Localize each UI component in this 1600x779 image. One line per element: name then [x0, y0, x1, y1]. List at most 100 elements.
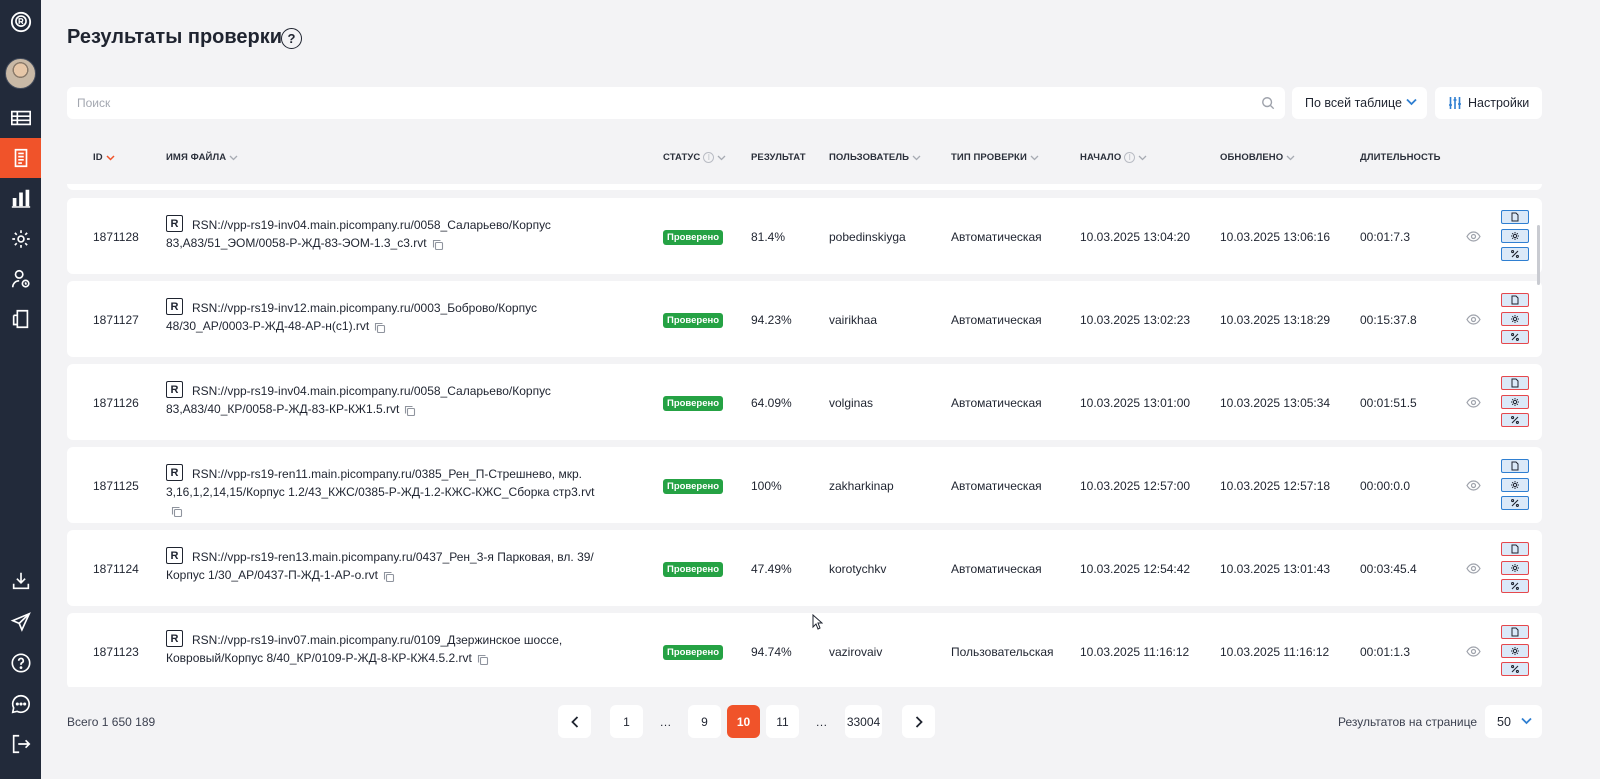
- status-badge: Проверено: [663, 396, 724, 411]
- report-file-button[interactable]: [1501, 542, 1529, 556]
- report-file-button[interactable]: [1501, 459, 1529, 473]
- report-file-button[interactable]: [1501, 210, 1529, 224]
- scope-dropdown[interactable]: По всей таблице: [1292, 87, 1427, 119]
- report-percent-button[interactable]: [1501, 330, 1529, 344]
- sidebar-document-icon[interactable]: [0, 299, 41, 339]
- page-button[interactable]: 1: [610, 705, 643, 738]
- report-file-button[interactable]: [1501, 625, 1529, 639]
- column-header-start[interactable]: Начало i: [1080, 152, 1147, 163]
- report-file-button[interactable]: [1501, 376, 1529, 390]
- next-page-button[interactable]: [902, 705, 935, 738]
- gear-icon: [1510, 397, 1520, 407]
- percent-icon: [1510, 415, 1520, 425]
- file-name: R RSN://vpp-rs19-inv04.main.picompany.ru/…: [166, 381, 596, 418]
- report-settings-button[interactable]: [1501, 229, 1529, 243]
- column-header-result[interactable]: Результат: [751, 152, 806, 163]
- sidebar-logout-icon[interactable]: [0, 724, 41, 764]
- column-header-user[interactable]: Пользователь: [829, 152, 921, 163]
- column-header-type[interactable]: Тип проверки: [951, 152, 1039, 163]
- page-button[interactable]: 33004: [845, 705, 882, 738]
- report-percent-button[interactable]: [1501, 579, 1529, 593]
- eye-icon[interactable]: [1466, 563, 1481, 574]
- copy-icon[interactable]: [432, 238, 444, 251]
- eye-icon[interactable]: [1466, 314, 1481, 325]
- copy-icon[interactable]: [477, 653, 489, 666]
- sidebar-reports-icon[interactable]: [0, 138, 41, 178]
- column-header-file[interactable]: Имя файла: [166, 152, 238, 163]
- report-settings-button[interactable]: [1501, 478, 1529, 492]
- file-path-line1: RSN://vpp-rs19-inv12.main.picompany.ru/0…: [192, 301, 537, 315]
- search-box: [67, 87, 1285, 119]
- column-label: Начало: [1080, 152, 1122, 163]
- gear-icon: [1510, 231, 1520, 241]
- table-row[interactable]: 1871123 R RSN://vpp-rs19-inv07.main.picom…: [67, 613, 1542, 687]
- column-label: Статус: [663, 152, 701, 163]
- column-label: Пользователь: [829, 152, 910, 163]
- sidebar-table-icon[interactable]: [0, 98, 41, 138]
- report-percent-button[interactable]: [1501, 496, 1529, 510]
- report-percent-button[interactable]: [1501, 662, 1529, 676]
- search-input[interactable]: [67, 87, 1227, 119]
- sidebar-user-settings-icon[interactable]: [0, 259, 41, 299]
- copy-icon[interactable]: [171, 505, 183, 518]
- page-button-current[interactable]: 10: [727, 705, 760, 738]
- report-percent-button[interactable]: [1501, 247, 1529, 261]
- page-button[interactable]: 9: [688, 705, 721, 738]
- report-settings-button[interactable]: [1501, 644, 1529, 658]
- report-file-button[interactable]: [1501, 293, 1529, 307]
- result-value: 64.09%: [751, 396, 792, 410]
- eye-icon[interactable]: [1466, 397, 1481, 408]
- column-header-updated[interactable]: Обновлено: [1220, 152, 1295, 163]
- column-header-duration[interactable]: Длительность: [1360, 152, 1441, 163]
- sidebar-chart-icon[interactable]: [0, 178, 41, 218]
- table-row[interactable]: 1871124 R RSN://vpp-rs19-ren13.main.picom…: [67, 530, 1542, 606]
- column-header-id[interactable]: ID: [93, 152, 115, 163]
- sidebar-gear-icon[interactable]: [0, 219, 41, 259]
- duration: 00:01:51.5: [1360, 396, 1417, 410]
- page-title: Результаты проверки: [67, 26, 283, 48]
- settings-button[interactable]: Настройки: [1435, 87, 1542, 119]
- file-path-line2: 83,А83/51_ЭОМ/0058-Р-ЖД-83-ЭОМ-1.3_с3.rv…: [166, 236, 427, 251]
- info-icon[interactable]: i: [1124, 152, 1136, 163]
- table-row[interactable]: 1871127 R RSN://vpp-rs19-inv12.main.picom…: [67, 281, 1542, 357]
- sidebar-help-icon[interactable]: [0, 643, 41, 683]
- revit-file-icon: R: [166, 630, 183, 648]
- copy-icon[interactable]: [383, 570, 395, 583]
- search-icon[interactable]: [1261, 96, 1275, 110]
- file-name: R RSN://vpp-rs19-inv07.main.picompany.ru/…: [166, 630, 596, 667]
- column-label: Имя файла: [166, 152, 227, 163]
- page-button[interactable]: 11: [766, 705, 799, 738]
- table-row[interactable]: 1871128 R RSN://vpp-rs19-inv04.main.picom…: [67, 198, 1542, 274]
- table-row[interactable]: 1871126 R RSN://vpp-rs19-inv04.main.picom…: [67, 364, 1542, 440]
- report-settings-button[interactable]: [1501, 395, 1529, 409]
- avatar[interactable]: [5, 58, 36, 89]
- start-time: 10.03.2025 13:02:23: [1080, 313, 1191, 327]
- file-name: R RSN://vpp-rs19-ren13.main.picompany.ru/…: [166, 547, 596, 584]
- eye-icon[interactable]: [1466, 646, 1481, 657]
- report-settings-button[interactable]: [1501, 312, 1529, 326]
- table-row[interactable]: 1871125 R RSN://vpp-rs19-ren11.main.picom…: [67, 447, 1542, 523]
- table-row[interactable]: [67, 184, 1542, 190]
- file-path-line2: 3,16,1,2,14,15/Корпус 1.2/43_КЖС/0385-Р-…: [166, 485, 595, 500]
- report-settings-button[interactable]: [1501, 561, 1529, 575]
- copy-icon[interactable]: [374, 321, 386, 334]
- eye-icon[interactable]: [1466, 231, 1481, 242]
- column-header-status[interactable]: Статус i: [663, 152, 726, 163]
- report-percent-button[interactable]: [1501, 413, 1529, 427]
- sidebar-send-icon[interactable]: [0, 602, 41, 642]
- column-label: Тип проверки: [951, 152, 1027, 163]
- eye-icon[interactable]: [1466, 480, 1481, 491]
- per-page-dropdown[interactable]: 50: [1485, 705, 1542, 738]
- copy-icon[interactable]: [404, 404, 416, 417]
- sidebar-download-icon[interactable]: [0, 561, 41, 601]
- start-time: 10.03.2025 12:54:42: [1080, 562, 1191, 576]
- percent-icon: [1510, 498, 1520, 508]
- prev-page-button[interactable]: [558, 705, 591, 738]
- sidebar-chat-icon[interactable]: [0, 684, 41, 724]
- info-icon[interactable]: i: [703, 152, 715, 163]
- logo-icon[interactable]: [0, 2, 41, 42]
- help-icon[interactable]: ?: [281, 28, 302, 49]
- chevron-left-icon: [570, 715, 578, 728]
- scrollbar[interactable]: [1537, 225, 1540, 285]
- results-table: 1871128 R RSN://vpp-rs19-inv04.main.picom…: [67, 184, 1542, 687]
